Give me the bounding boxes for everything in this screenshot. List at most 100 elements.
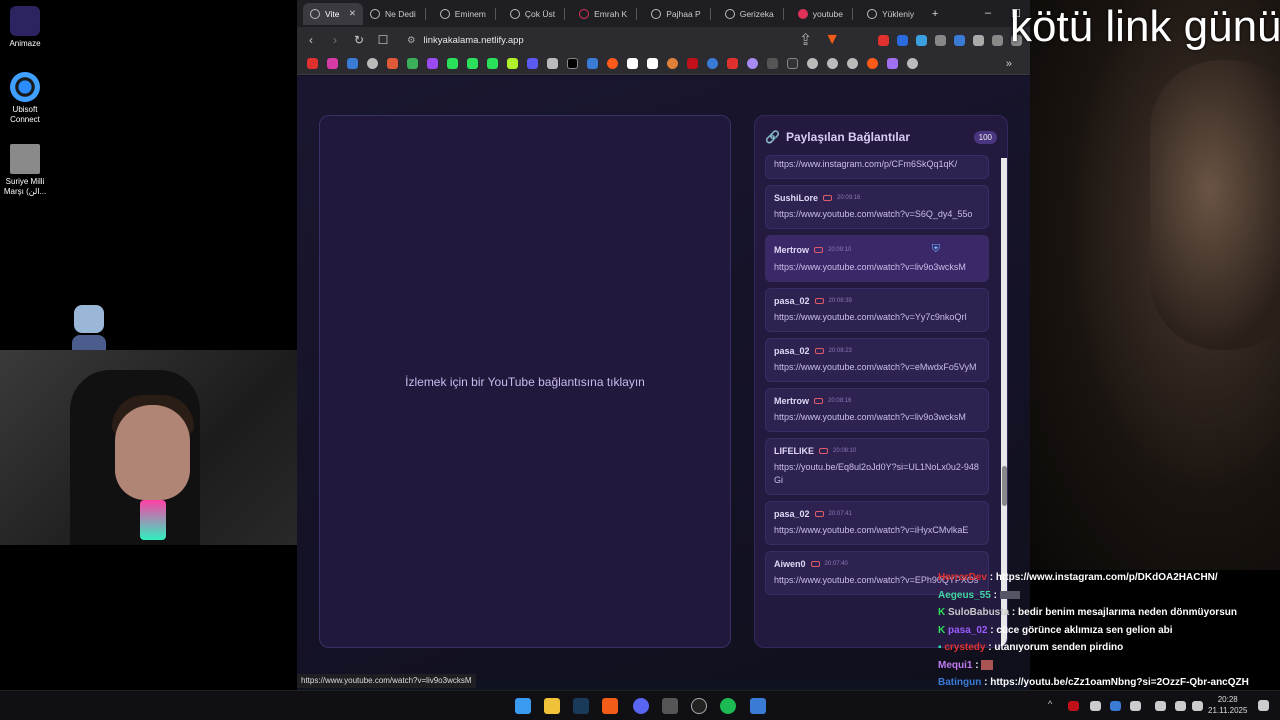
obs-icon[interactable]: [691, 698, 707, 714]
extension-icon[interactable]: [707, 58, 718, 69]
app-icon[interactable]: [662, 698, 678, 714]
tray-chevron-icon[interactable]: ^: [1048, 699, 1052, 709]
tab-pajhaa[interactable]: Pajhaa P: [644, 3, 718, 25]
network-icon[interactable]: [1175, 701, 1186, 711]
extension-icon[interactable]: [787, 58, 798, 69]
extension-icon[interactable]: [747, 58, 758, 69]
desktop-icon-animaze[interactable]: Animaze: [2, 6, 48, 49]
tab-nededi[interactable]: Ne Dedi: [363, 3, 433, 25]
list-item[interactable]: https://www.instagram.com/p/CFm6SkQq1qK/: [765, 155, 989, 179]
speaker-icon[interactable]: [1192, 701, 1203, 711]
close-icon[interactable]: ✕: [349, 8, 356, 19]
desktop-icon-ubisoft[interactable]: Ubisoft Connect: [2, 72, 48, 125]
globe-icon[interactable]: [367, 58, 378, 69]
extension-icon[interactable]: [916, 34, 927, 46]
new-tab-button[interactable]: +: [921, 8, 949, 20]
extension-icon[interactable]: [687, 58, 698, 69]
youtube-icon[interactable]: [307, 58, 318, 69]
kick-icon[interactable]: [447, 58, 458, 69]
extension-icon[interactable]: [897, 34, 908, 46]
amazon-icon[interactable]: [647, 58, 658, 69]
extension-icon[interactable]: [587, 58, 598, 69]
desktop-icon-video[interactable]: Suriye Milli Marşı (الن...: [2, 144, 48, 197]
twitch-icon[interactable]: [427, 58, 438, 69]
windows-start-icon[interactable]: [515, 698, 531, 714]
list-item[interactable]: pasa_02 20:08:39 https://www.youtube.com/…: [765, 288, 989, 332]
clock[interactable]: 20:28 21.11.2025: [1208, 694, 1247, 716]
app-icon[interactable]: [750, 698, 766, 714]
tab-eminem[interactable]: Eminem: [433, 3, 503, 25]
tab-vite[interactable]: Vite ✕: [303, 2, 363, 25]
kick-icon[interactable]: [487, 58, 498, 69]
brave-shield-icon[interactable]: ▼: [824, 31, 840, 49]
link-url[interactable]: https://www.instagram.com/p/CFm6SkQq1qK/: [774, 158, 980, 171]
globe-icon[interactable]: [847, 58, 858, 69]
tray-icon[interactable]: [1090, 701, 1101, 711]
list-item[interactable]: pasa_02 20:08:23 https://www.youtube.com/…: [765, 338, 989, 382]
x-icon[interactable]: [567, 58, 578, 69]
video-player[interactable]: İzlemek için bir YouTube bağlantısına tı…: [319, 115, 731, 648]
extension-icon[interactable]: [954, 34, 965, 46]
site-info-icon[interactable]: ⚙: [407, 35, 416, 46]
instagram-icon[interactable]: [327, 58, 338, 69]
link-url[interactable]: https://www.youtube.com/watch?v=liv9o3wc…: [774, 411, 980, 424]
url-field[interactable]: ⚙ linkyakalama.netlify.app: [401, 30, 761, 50]
globe-icon[interactable]: [827, 58, 838, 69]
extension-icon[interactable]: [507, 58, 518, 69]
link-url[interactable]: https://youtu.be/Eq8ul2oJd0Y?si=UL1NoLx0…: [774, 461, 980, 487]
tab-emrah[interactable]: Emrah K: [572, 3, 644, 25]
list-item[interactable]: LIFELIKE 20:08:10 https://youtu.be/Eq8ul2…: [765, 438, 989, 495]
list-item[interactable]: Mertrow 20:08:16 https://www.youtube.com/…: [765, 388, 989, 432]
link-url[interactable]: https://www.youtube.com/watch?v=S6Q_dy4_…: [774, 208, 980, 221]
list-item[interactable]: pasa_02 20:07:41 https://www.youtube.com/…: [765, 501, 989, 545]
extension-icon[interactable]: [667, 58, 678, 69]
discord-icon[interactable]: [633, 698, 649, 714]
link-url[interactable]: https://www.youtube.com/watch?v=Yy7c9nko…: [774, 311, 980, 324]
reddit-icon[interactable]: [607, 58, 618, 69]
globe-icon[interactable]: [807, 58, 818, 69]
gmail-icon[interactable]: [387, 58, 398, 69]
spotify-icon[interactable]: [720, 698, 736, 714]
extension-icon[interactable]: [973, 34, 984, 46]
bookmark-icon[interactable]: ☐: [377, 33, 389, 47]
back-icon[interactable]: ‹: [305, 33, 317, 47]
link-url[interactable]: https://www.youtube.com/watch?v=iHyxCMvl…: [774, 524, 980, 537]
steam-icon[interactable]: [573, 698, 589, 714]
file-explorer-icon[interactable]: [544, 698, 560, 714]
forward-icon[interactable]: ›: [329, 33, 341, 47]
link-url[interactable]: https://www.youtube.com/watch?v=liv9o3wc…: [774, 261, 980, 274]
globe-icon: [310, 8, 320, 19]
more-bookmarks-icon[interactable]: »: [1006, 58, 1012, 70]
reload-icon[interactable]: ↻: [353, 33, 365, 47]
puzzle-icon[interactable]: [992, 34, 1003, 46]
globe-icon[interactable]: [907, 58, 918, 69]
tab-loading[interactable]: Yükleniy: [860, 3, 921, 25]
extension-icon[interactable]: [547, 58, 558, 69]
tab-gerizeka[interactable]: Gerizeka: [718, 3, 791, 25]
extension-icon[interactable]: [935, 34, 946, 46]
list-item[interactable]: SushiLore 20:09:16 https://www.youtube.co…: [765, 185, 989, 229]
extension-icon[interactable]: [627, 58, 638, 69]
reddit-icon[interactable]: [867, 58, 878, 69]
list-item[interactable]: Mertrow 20:09:10 ⛨ https://www.youtube.com…: [765, 235, 989, 282]
tab-youtube[interactable]: youtube: [791, 3, 860, 25]
extension-icon[interactable]: [767, 58, 778, 69]
notification-icon[interactable]: [1258, 700, 1269, 711]
tab-cokust[interactable]: Çok Üst: [503, 3, 572, 25]
link-url[interactable]: https://www.youtube.com/watch?v=eMwdxFo5…: [774, 361, 980, 374]
minimize-button[interactable]: –: [974, 7, 1002, 20]
scrollbar-thumb[interactable]: [1002, 466, 1007, 506]
tray-icon[interactable]: [1110, 701, 1121, 711]
microphone-icon[interactable]: [1155, 701, 1166, 711]
brave-icon[interactable]: [602, 698, 618, 714]
tray-icon[interactable]: [1068, 701, 1079, 711]
extension-icon[interactable]: [878, 34, 889, 46]
kick-icon[interactable]: [467, 58, 478, 69]
translate-icon[interactable]: [347, 58, 358, 69]
share-icon[interactable]: ⇪: [799, 30, 812, 50]
extension-icon[interactable]: [887, 58, 898, 69]
extension-icon[interactable]: [527, 58, 538, 69]
volume-icon[interactable]: [1130, 701, 1141, 711]
drive-icon[interactable]: [407, 58, 418, 69]
extension-icon[interactable]: [727, 58, 738, 69]
